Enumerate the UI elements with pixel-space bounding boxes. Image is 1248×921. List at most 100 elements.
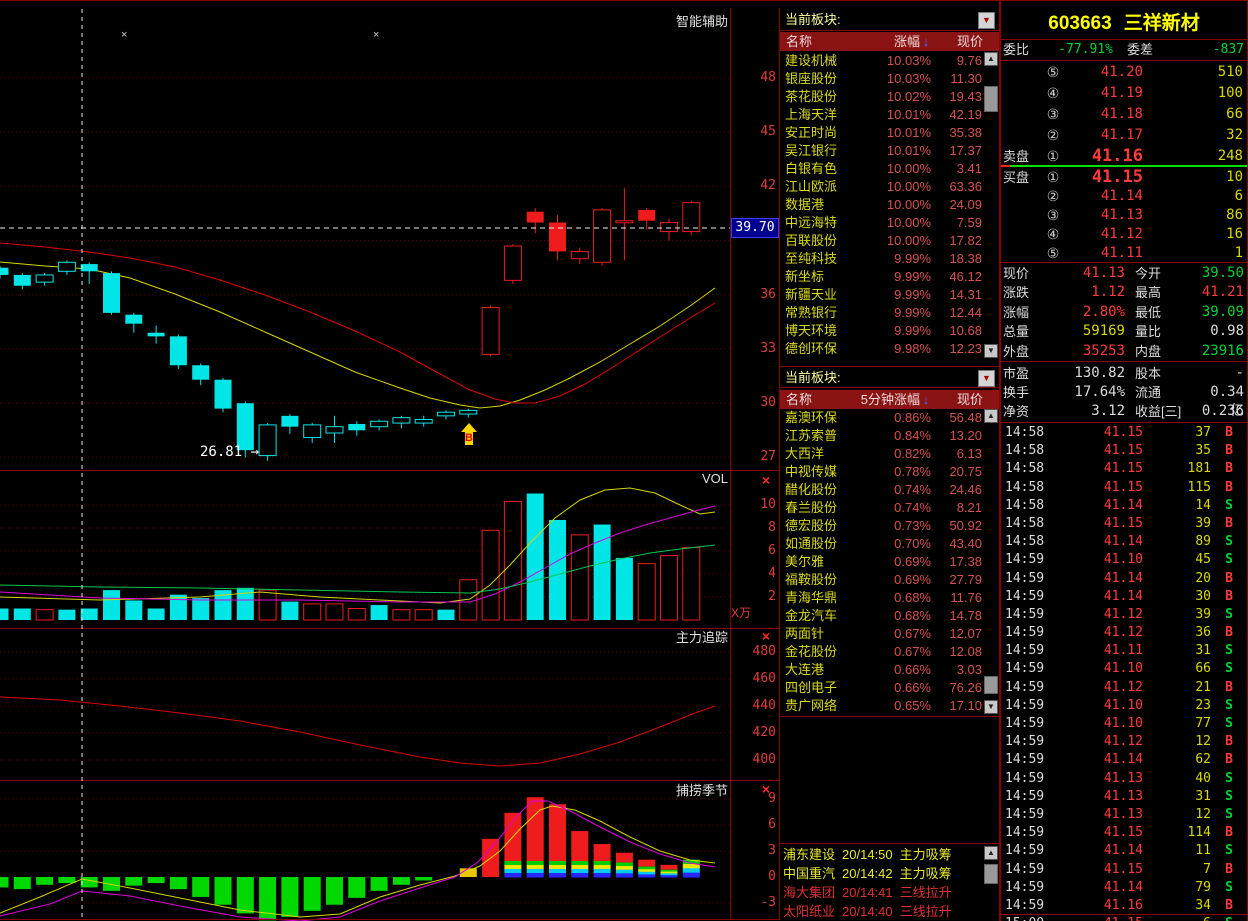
sector-row[interactable]: 金龙汽车0.68%14.78 [780,607,999,625]
stat-value: 59169 [1039,322,1125,341]
trade-side: B [1211,824,1247,842]
sector-row[interactable]: 青海华鼎0.68%11.76 [780,589,999,607]
book-level[interactable]: ④41.1216 [1001,225,1247,244]
sector-change: 0.69% [863,553,931,571]
tick-trade-list[interactable]: 14:5841.1537B14:5841.1535B14:5841.15181B… [1001,424,1247,921]
sector-row[interactable]: 两面针0.67%12.07 [780,625,999,643]
sector-row[interactable]: 至纯科技9.99%18.38 [780,250,999,268]
sector-row[interactable]: 中远海特10.00%7.59 [780,214,999,232]
sector-list-2-title: 当前板块: ▼ [780,366,999,388]
sector-row[interactable]: 江苏索普0.84%13.20 [780,427,999,445]
book-level[interactable]: ②41.146 [1001,187,1247,206]
sector-row[interactable]: 吴江银行10.01%17.37 [780,142,999,160]
ticker-item[interactable]: 海大集团20/14:41三线拉升 [780,883,999,902]
trade-price: 41.15 [1057,479,1143,497]
sector-list-1-scroll-up[interactable]: ▲ [984,52,998,66]
trade-time: 14:58 [1001,442,1057,460]
sector-row[interactable]: 如通股份0.70%43.40 [780,535,999,553]
sector-row[interactable]: 美尔雅0.69%17.38 [780,553,999,571]
trade-row: 14:5941.1131S [1001,642,1247,660]
sector-row[interactable]: 春兰股份0.74%8.21 [780,499,999,517]
sector-row[interactable]: 金花股份0.67%12.08 [780,643,999,661]
trade-time: 14:59 [1001,624,1057,642]
sort-desc-icon[interactable]: ↓ [920,390,932,409]
ticker-item[interactable]: 中国重汽20/14:42主力吸筹 [780,864,999,883]
sector-list-1-scroll-thumb[interactable] [984,86,998,112]
sector-row[interactable]: 德创环保9.98%12.23 [780,340,999,358]
col-name[interactable]: 名称 [780,390,844,409]
ticker-item[interactable]: 太阳纸业20/14:40三线拉升 [780,902,999,921]
trade-row: 14:5941.1045S [1001,551,1247,569]
sector-row[interactable]: 博天环境9.99%10.68 [780,322,999,340]
sector-row[interactable]: 新疆天业9.99%14.31 [780,286,999,304]
book-level[interactable]: ④41.19100 [1001,83,1247,104]
sector-list-1-scroll-down[interactable]: ▼ [984,344,998,358]
sector-row[interactable]: 常熟银行9.99%12.44 [780,304,999,322]
bulao-close-icon[interactable]: × [757,781,775,797]
sector-change: 0.68% [863,607,931,625]
trade-row: 14:5941.1239S [1001,606,1247,624]
sector-change: 0.66% [863,679,931,697]
level-number-icon: ⑤ [1041,244,1065,263]
sector-row[interactable]: 上海天洋10.01%42.19 [780,106,999,124]
col-name[interactable]: 名称 [780,32,844,51]
trade-side: B [1211,679,1247,697]
col-change[interactable]: 涨幅 [844,32,920,51]
sector-list-2-scroll-up[interactable]: ▲ [984,409,998,423]
stat-label: 市盈 [1001,364,1039,383]
sector-row[interactable]: 大西洋0.82%6.13 [780,445,999,463]
sector-name: 美尔雅 [780,553,863,571]
sector-list-2-scroll-down[interactable]: ▼ [984,700,998,714]
col-change[interactable]: 5分钟涨幅 [844,390,920,409]
sector-list-2-dropdown-button[interactable]: ▼ [978,370,995,387]
sector-row[interactable]: 建设机械10.03%9.76 [780,52,999,70]
col-price[interactable]: 现价 [932,32,999,51]
ticker-item[interactable]: 浦东建设20/14:50主力吸筹 [780,845,999,864]
sector-change: 10.01% [863,124,931,142]
sector-row[interactable]: 银座股份10.03%11.30 [780,70,999,88]
vol-close-icon[interactable]: × [757,472,775,488]
sector-row[interactable]: 德宏股份0.73%50.92 [780,517,999,535]
sector-row[interactable]: 安正时尚10.01%35.38 [780,124,999,142]
trade-price: 41.15 [1057,442,1143,460]
trade-price: 41.14 [1057,570,1143,588]
ticker-scroll-thumb[interactable] [984,864,998,884]
sector-row[interactable]: 四创电子0.66%76.26 [780,679,999,697]
sector-row[interactable]: 江山欧派10.00%63.36 [780,178,999,196]
book-level[interactable]: 买盘①41.1510 [1001,168,1247,187]
book-level[interactable]: ⑤41.20510 [1001,62,1247,83]
stat-label: 最高 [1125,283,1197,302]
book-level[interactable]: ⑤41.111 [1001,244,1247,263]
sector-change: 10.03% [863,70,931,88]
trade-time: 14:59 [1001,897,1057,915]
sector-row[interactable]: 茶花股份10.02%19.43 [780,88,999,106]
sector-row[interactable]: 嘉澳环保0.86%56.48 [780,409,999,427]
sector-row[interactable]: 新坐标9.99%46.12 [780,268,999,286]
sector-row[interactable]: 数据港10.00%24.09 [780,196,999,214]
col-price[interactable]: 现价 [932,390,999,409]
prev-close-price-tag: 39.70 [731,218,779,238]
book-level[interactable]: ②41.1732 [1001,125,1247,146]
sector-row[interactable]: 贵广网络0.65%17.10 [780,697,999,715]
level-volume: 66 [1143,104,1247,125]
sector-row[interactable]: 醋化股份0.74%24.46 [780,481,999,499]
sector-row[interactable]: 中视传媒0.78%20.75 [780,463,999,481]
book-level[interactable]: 卖盘①41.16248 [1001,146,1247,167]
ticker-scroll-up[interactable]: ▲ [984,846,998,860]
axis-label: 30 [731,395,776,410]
sector-row[interactable]: 白银有色10.00%3.41 [780,160,999,178]
zhuli-close-icon[interactable]: × [757,628,775,644]
stat-label: 净资 [1001,402,1039,421]
sector-row[interactable]: 大连港0.66%3.03 [780,661,999,679]
sector-name: 金花股份 [780,643,863,661]
sector-row[interactable]: 福鞍股份0.69%27.79 [780,571,999,589]
sector-row[interactable]: 百联股份10.00%17.82 [780,232,999,250]
sector-list-1-dropdown-button[interactable]: ▼ [978,12,995,29]
sector-price: 11.76 [931,589,999,607]
axis-label: 27 [731,449,776,464]
book-level[interactable]: ③41.1386 [1001,206,1247,225]
sector-list-2-scroll-thumb[interactable] [984,676,998,694]
sort-desc-icon[interactable]: ↓ [920,32,932,51]
trade-side: S [1211,915,1247,921]
book-level[interactable]: ③41.1866 [1001,104,1247,125]
